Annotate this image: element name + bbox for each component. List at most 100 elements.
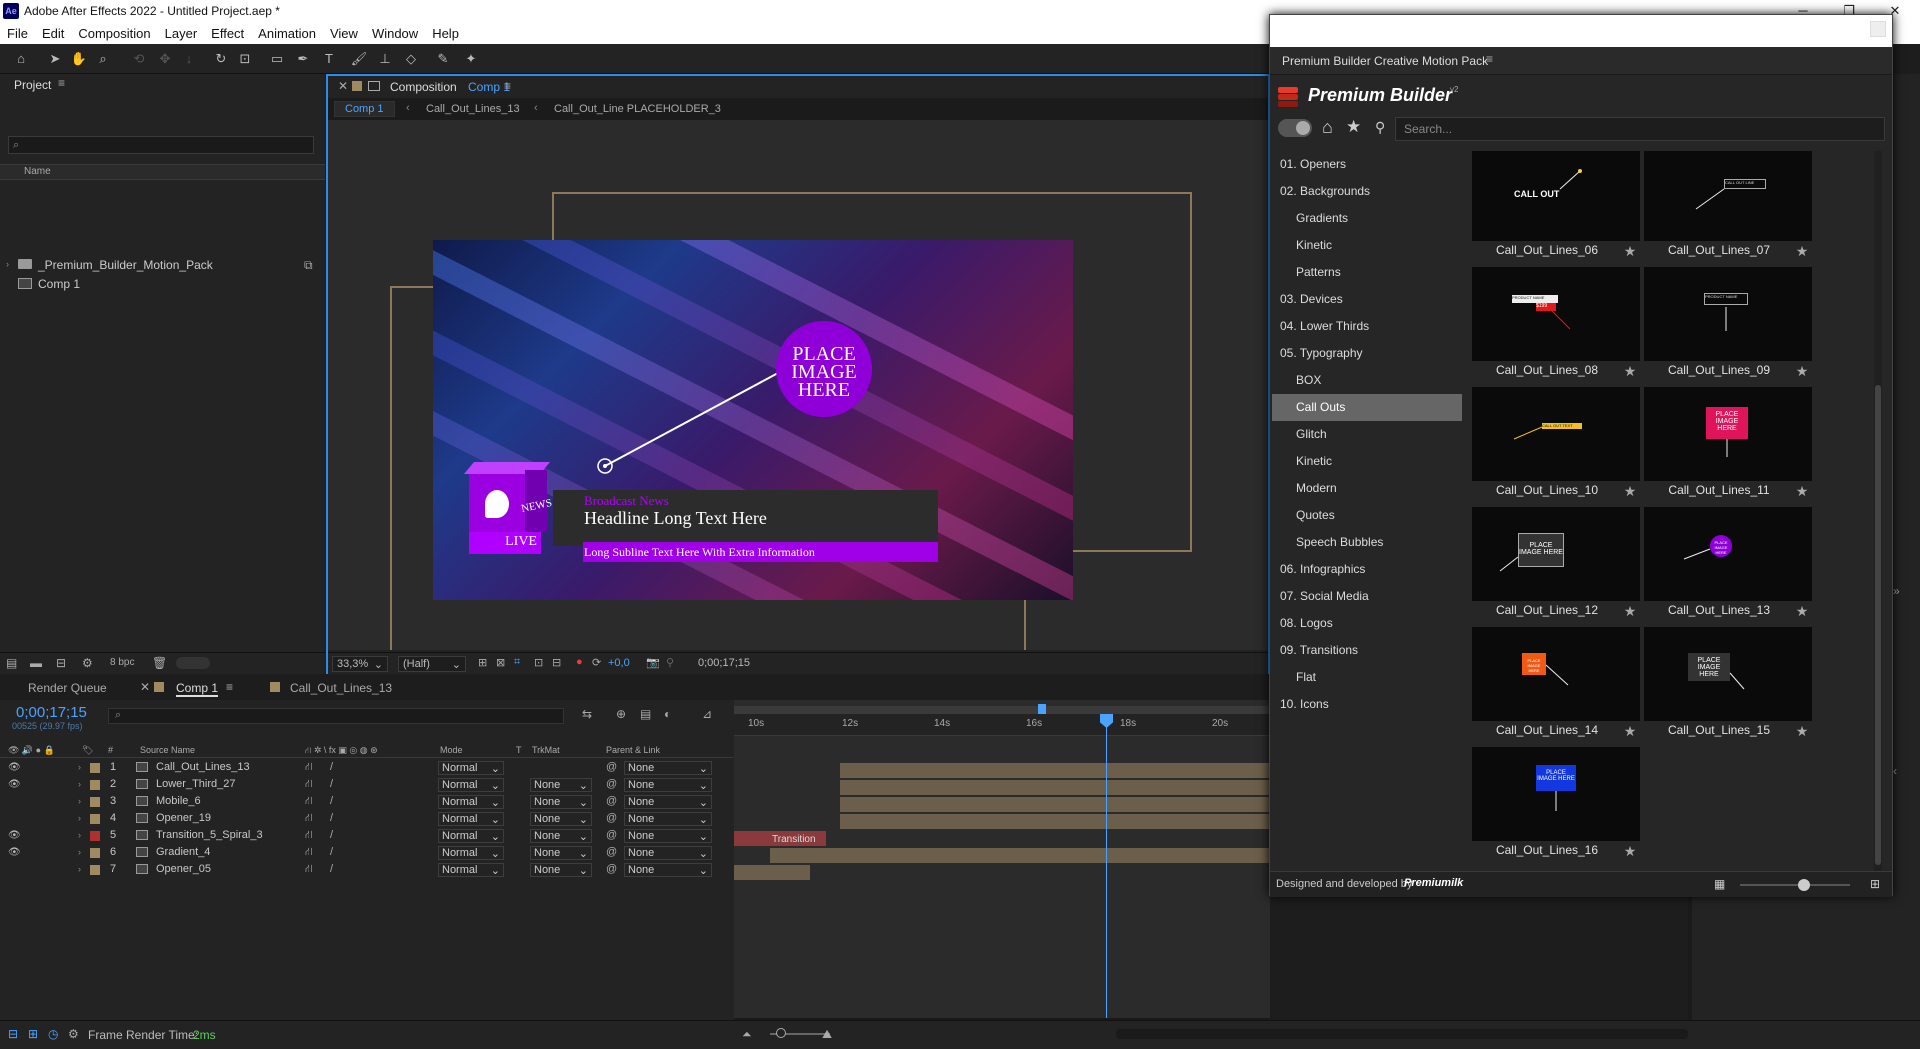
- project-search-input[interactable]: ⌕: [8, 136, 314, 154]
- expand-arrow-icon[interactable]: ›: [78, 779, 81, 789]
- label-color-swatch[interactable]: [90, 763, 100, 773]
- mode-select[interactable]: Normal ⌄: [438, 846, 504, 860]
- dolly-tool-icon[interactable]: ↓: [180, 50, 198, 68]
- category-item[interactable]: 04. Lower Thirds: [1272, 313, 1462, 340]
- favorite-star-icon[interactable]: ★: [1622, 843, 1638, 861]
- toggle-modes-icon[interactable]: ⊞: [28, 1027, 38, 1041]
- asset-thumbnail[interactable]: CALL OUT: [1472, 151, 1640, 241]
- category-item[interactable]: 08. Logos: [1272, 610, 1462, 637]
- mode-select[interactable]: Normal ⌄: [438, 778, 504, 792]
- source-name-header[interactable]: Source Name: [140, 745, 195, 755]
- layer-row[interactable]: › 7 Opener_05 ⛙ / Normal ⌄ None ⌄ @ None ⌄: [0, 862, 733, 879]
- quality-switch-icon[interactable]: /: [330, 795, 333, 807]
- category-item[interactable]: 02. Backgrounds: [1272, 178, 1462, 205]
- collapse-arrow-icon[interactable]: ‹: [1893, 764, 1897, 778]
- layer-row[interactable]: › 4 Opener_19 ⛙ / Normal ⌄ None ⌄ @ None ⌄: [0, 811, 733, 828]
- asset-thumbnail[interactable]: PLACE IMAGE HERE: [1472, 747, 1640, 841]
- menu-animation[interactable]: Animation: [251, 22, 323, 41]
- pickwhip-icon[interactable]: @: [606, 846, 617, 858]
- quality-switch-icon[interactable]: /: [330, 761, 333, 773]
- snapshot-icon[interactable]: 📷: [646, 656, 660, 669]
- slider-knob[interactable]: [776, 1028, 786, 1038]
- pickwhip-icon[interactable]: @: [606, 829, 617, 841]
- layer-name[interactable]: Lower_Third_27: [156, 778, 236, 790]
- preview-canvas[interactable]: PLACE IMAGE HERE Broadcast News Headline L…: [433, 240, 1073, 600]
- timeline-current-time[interactable]: 0;00;17;15: [16, 704, 87, 721]
- mode-select[interactable]: Normal ⌄: [438, 812, 504, 826]
- trkmat-select[interactable]: None ⌄: [530, 846, 592, 860]
- shy-switch-icon[interactable]: ⛙: [305, 812, 313, 826]
- project-item-comp[interactable]: Comp 1: [0, 275, 325, 294]
- timeline-tracks[interactable]: 10s 12s 14s 16s 18s 20s Transition: [734, 700, 1270, 1029]
- roto-brush-icon[interactable]: ✎: [434, 50, 452, 68]
- panel-menu-icon[interactable]: ≡: [58, 76, 65, 90]
- layer-row[interactable]: 👁 › 6 Gradient_4 ⛙ / Normal ⌄ None ⌄ @ None ⌄: [0, 845, 733, 862]
- label-color-swatch[interactable]: [90, 814, 100, 824]
- category-item[interactable]: Call Outs: [1272, 394, 1462, 421]
- mask-visibility-icon[interactable]: ⌗: [514, 656, 520, 669]
- asset-thumbnail[interactable]: PRODUCT NAME: [1644, 267, 1812, 361]
- favorite-star-icon[interactable]: ★: [1794, 603, 1810, 621]
- anchor-tool-icon[interactable]: ⊡: [236, 50, 254, 68]
- horizontal-scrollbar[interactable]: [1116, 1029, 1688, 1039]
- panel-menu-icon[interactable]: ≡: [504, 79, 511, 93]
- time-ruler[interactable]: 10s 12s 14s 16s 18s 20s: [734, 714, 1270, 736]
- parent-select[interactable]: None ⌄: [624, 829, 712, 843]
- category-item[interactable]: Modern: [1272, 475, 1462, 502]
- pan-tool-icon[interactable]: ✥: [156, 50, 174, 68]
- clone-stamp-icon[interactable]: ⊥: [376, 50, 394, 68]
- parent-select[interactable]: None ⌄: [624, 863, 712, 877]
- eye-icon[interactable]: 👁: [8, 830, 21, 841]
- toggle-switch[interactable]: [1278, 119, 1312, 137]
- favorite-star-icon[interactable]: ★: [1622, 483, 1638, 501]
- favorite-star-icon[interactable]: ★: [1622, 363, 1638, 381]
- slider-knob[interactable]: [1798, 879, 1810, 891]
- asset-card[interactable]: PLACE IMAGE HERE Call_Out_Lines_14 ★: [1472, 627, 1640, 743]
- interpret-footage-icon[interactable]: ▤: [6, 656, 17, 670]
- menu-edit[interactable]: Edit: [35, 22, 71, 41]
- category-item[interactable]: 03. Devices: [1272, 286, 1462, 313]
- favorite-star-icon[interactable]: ★: [1622, 603, 1638, 621]
- asset-card[interactable]: PLACE IMAGE HERE Call_Out_Lines_15 ★: [1644, 627, 1812, 743]
- quality-switch-icon[interactable]: /: [330, 778, 333, 790]
- favorite-star-icon[interactable]: ★: [1794, 483, 1810, 501]
- expand-arrow-icon[interactable]: ›: [78, 796, 81, 806]
- thumbnail-size-slider[interactable]: [1740, 884, 1850, 886]
- favorites-star-icon[interactable]: ★: [1346, 117, 1361, 137]
- layer-bar[interactable]: [840, 814, 1270, 829]
- shy-switch-icon[interactable]: ⛙: [305, 829, 313, 843]
- parent-select[interactable]: None ⌄: [624, 846, 712, 860]
- work-area-bar[interactable]: [734, 706, 1270, 714]
- label-color-swatch[interactable]: [90, 831, 100, 841]
- expand-arrow-icon[interactable]: ›: [78, 762, 81, 772]
- credit-brand[interactable]: Premiumilk: [1404, 877, 1463, 889]
- layer-row[interactable]: 👁 › 2 Lower_Third_27 ⛙ / Normal ⌄ None ⌄ @ None ⌄: [0, 777, 733, 794]
- expand-arrow-icon[interactable]: ›: [78, 847, 81, 857]
- expand-arrow-icon[interactable]: »: [1893, 584, 1900, 598]
- asset-card[interactable]: CALL OUT LINE Call_Out_Lines_07 ★: [1644, 151, 1812, 263]
- eye-icon[interactable]: 👁: [8, 847, 21, 858]
- quality-switch-icon[interactable]: /: [330, 863, 333, 875]
- category-item[interactable]: Glitch: [1272, 421, 1462, 448]
- favorite-star-icon[interactable]: ★: [1794, 243, 1810, 261]
- layer-bar[interactable]: [734, 865, 810, 880]
- menu-layer[interactable]: Layer: [158, 22, 205, 41]
- label-color-swatch[interactable]: [90, 865, 100, 875]
- menu-window[interactable]: Window: [365, 22, 425, 41]
- category-item[interactable]: 06. Infographics: [1272, 556, 1462, 583]
- orbit-tool-icon[interactable]: ⟲: [130, 50, 148, 68]
- layer-bar[interactable]: [770, 848, 1270, 863]
- trkmat-select[interactable]: None ⌄: [530, 795, 592, 809]
- label-color-swatch[interactable]: [90, 797, 100, 807]
- category-item[interactable]: Kinetic: [1272, 448, 1462, 475]
- name-column-header[interactable]: Name: [24, 166, 51, 177]
- close-tab-icon[interactable]: ✕: [338, 79, 348, 93]
- category-item[interactable]: 09. Transitions: [1272, 637, 1462, 664]
- panel-close-icon[interactable]: [1870, 21, 1886, 37]
- close-tab-icon[interactable]: ✕: [140, 680, 150, 694]
- asset-card[interactable]: PLACE IMAGE HERE Call_Out_Lines_13 ★: [1644, 507, 1812, 623]
- layer-row[interactable]: 👁 › 5 Transition_5_Spiral_3 ⛙ / Normal ⌄ None ⌄ @ N…: [0, 828, 733, 845]
- asset-card[interactable]: PLACE IMAGE HERE Call_Out_Lines_16 ★: [1472, 747, 1640, 863]
- project-item-folder[interactable]: › _Premium_Builder_Motion_Pack ⧉: [0, 256, 325, 275]
- mode-select[interactable]: Normal ⌄: [438, 761, 504, 775]
